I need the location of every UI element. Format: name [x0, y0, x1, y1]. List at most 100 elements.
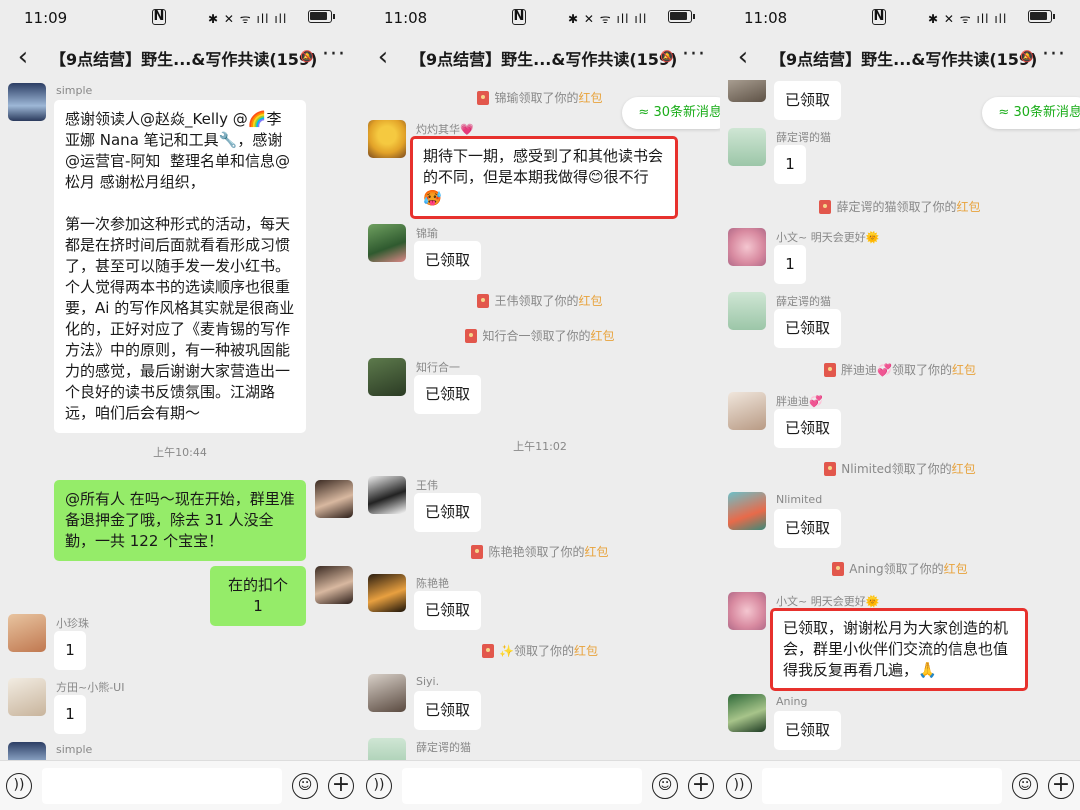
more-options-icon[interactable]: ··· — [322, 42, 346, 67]
battery-icon — [668, 10, 695, 23]
red-packet-link[interactable]: 红包 — [957, 200, 981, 214]
message-bubble[interactable]: 已领取 — [414, 241, 482, 280]
avatar[interactable] — [368, 476, 406, 514]
red-packet-icon — [824, 462, 837, 476]
plus-icon[interactable]: + — [1048, 773, 1074, 799]
red-packet-link[interactable]: 红包 — [579, 91, 603, 105]
signal-icons: ✱ ✕ ᯤ ıll ıll — [568, 12, 648, 26]
avatar[interactable] — [728, 80, 766, 102]
notice-text: 陈艳艳领取了你的 — [488, 545, 585, 559]
plus-icon[interactable]: + — [328, 773, 354, 799]
avatar[interactable] — [728, 392, 766, 430]
avatar[interactable] — [728, 694, 766, 732]
message-input[interactable] — [402, 768, 642, 804]
avatar[interactable] — [728, 228, 766, 266]
red-packet-icon — [477, 91, 490, 105]
message-input[interactable] — [42, 768, 282, 804]
avatar[interactable] — [8, 83, 46, 121]
sender-name: 薛定谔的猫 — [416, 741, 471, 754]
notice-text: 锦瑜领取了你的 — [494, 91, 579, 105]
plus-icon[interactable]: + — [688, 773, 714, 799]
emoji-icon[interactable]: ☺ — [292, 773, 318, 799]
avatar[interactable] — [728, 492, 766, 530]
sender-name: 方田~小熊-UI — [56, 681, 125, 694]
message-list[interactable]: 已领取 ≈ 30条新消息 薛定谔的猫 1 薛定谔的猫领取了你的红包 小文~ 明天… — [720, 80, 1080, 760]
red-packet-link[interactable]: 红包 — [952, 462, 976, 476]
message-bubble[interactable]: 已领取 — [774, 309, 842, 348]
status-time: 11:08 — [744, 9, 788, 27]
sender-name: 小珍珠 — [56, 617, 89, 630]
red-packet-link[interactable]: 红包 — [585, 545, 609, 559]
sender-name: 锦瑜 — [416, 227, 438, 240]
more-options-icon[interactable]: ··· — [682, 42, 706, 67]
red-packet-link[interactable]: 红包 — [952, 363, 976, 377]
avatar[interactable] — [728, 592, 766, 630]
new-messages-badge[interactable]: ≈ 30条新消息 — [982, 97, 1080, 129]
notice-text: ✨领取了你的 — [499, 644, 574, 658]
message-bubble[interactable]: 已领取 — [414, 375, 482, 414]
sender-name: 胖迪迪💞 — [776, 395, 823, 408]
message-bubble-highlighted[interactable]: 已领取，谢谢松月为大家创造的机会，群里小伙伴们交流的信息也值得我反复再看几遍，🙏 — [770, 608, 1028, 691]
status-bar: 11:08 N ✱ ✕ ᯤ ıll ıll — [360, 0, 720, 36]
voice-icon[interactable]: )) — [726, 773, 752, 799]
chat-panel-1: 11:09 N ✱ ✕ ᯤ ıll ıll ‹ 【9点结营】野生...&写作共读… — [0, 0, 360, 810]
avatar[interactable] — [368, 224, 406, 262]
sender-name: 王伟 — [416, 479, 438, 492]
emoji-icon[interactable]: ☺ — [652, 773, 678, 799]
input-bar: )) ☺ + — [0, 760, 360, 810]
sender-name: 小文~ 明天会更好🌞 — [776, 231, 880, 244]
red-packet-link[interactable]: 红包 — [579, 294, 603, 308]
message-bubble[interactable]: 已领取 — [414, 493, 482, 532]
avatar[interactable] — [8, 678, 46, 716]
voice-icon[interactable]: )) — [6, 773, 32, 799]
avatar[interactable] — [728, 292, 766, 330]
sender-name: 知行合一 — [416, 361, 460, 374]
red-packet-link[interactable]: 红包 — [944, 562, 968, 576]
notice-text: 薛定谔的猫领取了你的 — [836, 200, 957, 214]
message-bubble[interactable]: 已领取 — [774, 711, 842, 750]
message-bubble[interactable]: 已领取 — [774, 409, 842, 448]
message-list[interactable]: simple 感谢领读人@赵焱_Kelly @🌈李亚娜 Nana 笔记和工具🔧，… — [0, 80, 360, 760]
avatar[interactable] — [8, 742, 46, 760]
message-list[interactable]: 锦瑜领取了你的红包 ≈ 30条新消息 灼灼其华💗 期待下一期，感受到了和其他读书… — [360, 80, 720, 760]
avatar[interactable] — [368, 358, 406, 396]
message-bubble[interactable]: 1 — [774, 145, 806, 184]
message-bubble[interactable]: 1 — [54, 631, 86, 670]
avatar[interactable] — [8, 614, 46, 652]
sender-name: 小文~ 明天会更好🌞 — [776, 595, 880, 608]
notice-text: 胖迪迪💞领取了你的 — [841, 363, 952, 377]
message-bubble[interactable]: 已领取 — [774, 81, 842, 120]
message-bubble[interactable]: 已领取 — [414, 591, 482, 630]
back-icon[interactable]: ‹ — [728, 44, 758, 72]
avatar[interactable] — [368, 574, 406, 612]
back-icon[interactable]: ‹ — [368, 44, 398, 72]
red-packet-link[interactable]: 红包 — [591, 329, 615, 343]
avatar[interactable] — [368, 120, 406, 158]
message-input[interactable] — [762, 768, 1002, 804]
message-bubble[interactable]: 已领取 — [774, 509, 842, 548]
battery-icon — [308, 10, 335, 23]
message-bubble-self[interactable]: @所有人 在吗～现在开始，群里准备退押金了哦，除去 31 人没全勤，一共 122… — [54, 480, 306, 561]
message-bubble[interactable]: 1 — [774, 245, 806, 284]
avatar-self[interactable] — [315, 566, 353, 604]
chat-title: 【9点结营】野生...&写作共读(159) — [770, 50, 1038, 69]
emoji-icon[interactable]: ☺ — [1012, 773, 1038, 799]
voice-icon[interactable]: )) — [366, 773, 392, 799]
message-bubble[interactable]: 已领取 — [414, 691, 482, 730]
message-bubble[interactable]: 感谢领读人@赵焱_Kelly @🌈李亚娜 Nana 笔记和工具🔧，感谢@运营官-… — [54, 100, 306, 433]
more-options-icon[interactable]: ··· — [1042, 42, 1066, 67]
back-icon[interactable]: ‹ — [8, 44, 38, 72]
red-packet-icon — [482, 644, 495, 658]
message-bubble-self[interactable]: 在的扣个 1 — [210, 566, 306, 626]
message-bubble-highlighted[interactable]: 期待下一期，感受到了和其他读书会的不同，但是本期我做得😊很不行🥵 — [410, 136, 678, 219]
message-bubble[interactable]: 1 — [54, 695, 86, 734]
avatar-self[interactable] — [315, 480, 353, 518]
avatar[interactable] — [728, 128, 766, 166]
avatar[interactable] — [368, 738, 406, 760]
new-messages-badge[interactable]: ≈ 30条新消息 — [622, 97, 720, 129]
system-notice: ✨领取了你的红包 — [360, 642, 720, 659]
screenshot-collage: 11:09 N ✱ ✕ ᯤ ıll ıll ‹ 【9点结营】野生...&写作共读… — [0, 0, 1080, 810]
avatar[interactable] — [368, 674, 406, 712]
system-notice: Nlimited领取了你的红包 — [720, 460, 1080, 477]
red-packet-link[interactable]: 红包 — [574, 644, 598, 658]
